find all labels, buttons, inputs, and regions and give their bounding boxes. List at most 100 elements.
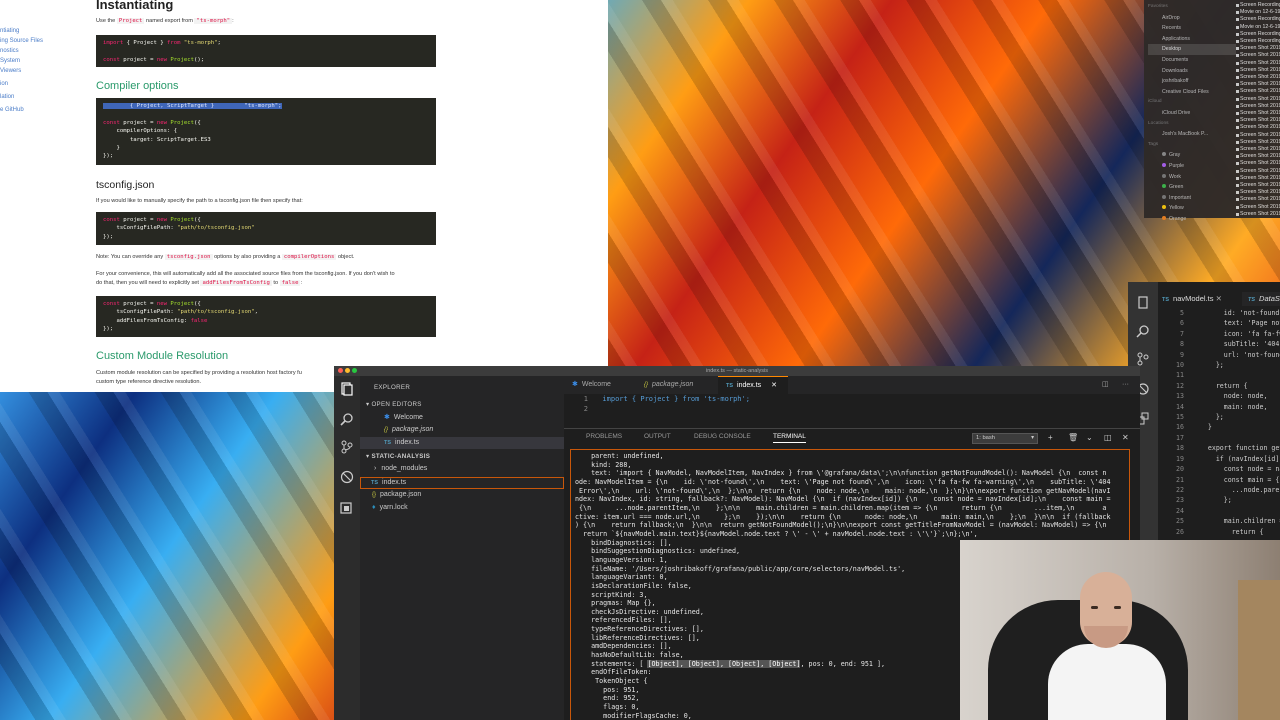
tree-package-json[interactable]: {} package.json [372, 491, 421, 498]
finder-sidebar-item[interactable]: Work [1148, 172, 1236, 183]
finder-sidebar-item[interactable]: Gray [1148, 150, 1236, 161]
tree-index-ts[interactable]: TS index.ts [360, 477, 564, 489]
finder-file-item[interactable]: Screen Shot 2019 [1236, 96, 1280, 103]
tab-output[interactable]: OUTPUT [644, 433, 671, 440]
finder-sidebar-item[interactable]: Downloads [1148, 66, 1236, 77]
finder-sidebar-item[interactable]: Applications [1148, 34, 1236, 45]
tab-welcome[interactable]: ✱ Welcome [564, 376, 636, 394]
finder-file-item[interactable]: Screen Shot 2019 [1236, 74, 1280, 81]
terminal-selector[interactable]: 1: bash ▾ [972, 433, 1038, 444]
finder-file-item[interactable]: Screen Shot 2019 [1236, 153, 1280, 160]
finder-file-item[interactable]: Movie on 12-6-19 [1236, 24, 1280, 31]
docs-nav-item[interactable]: nostics [0, 46, 60, 56]
search-icon[interactable] [1136, 324, 1150, 338]
finder-file-item[interactable]: Screen Shot 2019 [1236, 67, 1280, 74]
tab-terminal[interactable]: TERMINAL [773, 433, 806, 443]
tab-navmodel[interactable]: TS navModel.ts ✕ [1158, 292, 1242, 306]
finder-file-item[interactable]: Screen Shot 2019 [1236, 139, 1280, 146]
open-editor-welcome[interactable]: ✱ Welcome [384, 413, 423, 421]
maximize-panel-icon[interactable]: ◫ [1104, 433, 1112, 442]
finder-file-item[interactable]: Screen Recording [1236, 31, 1280, 38]
finder-file-item[interactable]: Screen Shot 2019 [1236, 117, 1280, 124]
finder-file-item[interactable]: Screen Recording [1236, 2, 1280, 9]
finder-file-item[interactable]: Screen Shot 2019 [1236, 211, 1280, 218]
debug-icon[interactable] [340, 470, 354, 484]
source-control-icon[interactable] [340, 440, 354, 454]
finder-file-item[interactable]: Screen Shot 2019 [1236, 204, 1280, 211]
finder-file-item[interactable]: Screen Shot 2019 [1236, 103, 1280, 110]
tab-index-ts[interactable]: TS index.ts ✕ [718, 376, 788, 394]
editor-code[interactable]: 1 import { Project } from 'ts-morph'; 2 [564, 394, 1140, 416]
finder-file-item[interactable]: Screen Recording [1236, 38, 1280, 45]
tree-yarn-lock[interactable]: ♦ yarn.lock [372, 504, 408, 511]
finder-sidebar-item[interactable]: iCloud Drive [1148, 108, 1236, 119]
finder-sidebar-item[interactable]: Purple [1148, 161, 1236, 172]
docs-nav-item[interactable]: ntiating [0, 26, 60, 36]
finder-sidebar-item[interactable]: Yellow [1148, 203, 1236, 214]
docs-nav-item[interactable]: e GitHub [0, 105, 60, 115]
terminal-line: ctive: item.url === node.url,\n };\n });… [575, 512, 1111, 521]
docs-nav-item[interactable]: ing Source Files [0, 36, 60, 46]
open-editors-header[interactable]: ▾ OPEN EDITORS [366, 401, 422, 408]
docs-nav-item[interactable]: ion [0, 79, 60, 89]
finder-file-item[interactable]: Screen Shot 2019 [1236, 196, 1280, 203]
chevron-up-icon[interactable]: ⌄ [1086, 433, 1093, 442]
tab-datasource[interactable]: TSDataSo [1244, 292, 1280, 306]
zoom-window-button[interactable] [352, 368, 357, 373]
finder-file-item[interactable]: Screen Shot 2019 [1236, 60, 1280, 67]
finder-file-item[interactable]: Screen Shot 2019 [1236, 45, 1280, 52]
finder-file-item[interactable]: Movie on 12-6-19 [1236, 9, 1280, 16]
docs-nav-item[interactable]: System [0, 56, 60, 66]
open-editor-index-ts[interactable]: TS index.ts [360, 437, 564, 449]
search-icon[interactable] [340, 412, 354, 426]
finder-file-item[interactable]: Screen Shot 2019 [1236, 189, 1280, 196]
finder-file-item[interactable]: Screen Shot 2019 [1236, 175, 1280, 182]
close-window-button[interactable] [338, 368, 343, 373]
finder-sidebar-item[interactable]: Green [1148, 182, 1236, 193]
extensions-icon[interactable] [340, 500, 354, 514]
finder-sidebar-item[interactable]: AirDrop [1148, 13, 1236, 24]
close-panel-icon[interactable]: ✕ [1122, 433, 1129, 442]
finder-sidebar-item[interactable]: Documents [1148, 55, 1236, 66]
finder-sidebar-item[interactable]: Josh's MacBook P... [1148, 129, 1236, 140]
tree-node-modules[interactable]: › node_modules [374, 465, 427, 472]
finder-sidebar-item[interactable]: joshribakoff [1148, 76, 1236, 87]
finder-item-label: joshribakoff [1162, 78, 1189, 85]
finder-file-item[interactable]: Screen Shot 2019 [1236, 132, 1280, 139]
finder-sidebar-item[interactable]: Recents [1148, 23, 1236, 34]
close-icon[interactable]: ✕ [1216, 294, 1222, 303]
files-icon[interactable] [1136, 296, 1150, 310]
trash-icon[interactable]: 🗑 [1068, 433, 1078, 442]
project-header[interactable]: ▾ STATIC-ANALYSIS [366, 453, 430, 460]
finder-file-item[interactable]: Screen Recording [1236, 16, 1280, 23]
open-editor-package-json[interactable]: {} package.json [384, 426, 433, 433]
line-number: 20 [1176, 465, 1184, 474]
finder-file-item[interactable]: Screen Shot 2019 [1236, 52, 1280, 59]
finder-file-item[interactable]: Screen Shot 2019 [1236, 124, 1280, 131]
finder-file-item[interactable]: Screen Shot 2019 [1236, 88, 1280, 95]
finder-file-item[interactable]: Screen Shot 2019 [1236, 182, 1280, 189]
tag-dot-icon [1162, 173, 1166, 178]
finder-sidebar-item[interactable]: Desktop [1148, 44, 1236, 55]
tab-problems[interactable]: PROBLEMS [586, 433, 622, 440]
finder-sidebar-item[interactable]: Creative Cloud Files [1148, 87, 1236, 98]
code-line: 1 import { Project } from 'ts-morph'; [564, 394, 1140, 404]
finder-file-item[interactable]: Screen Shot 2019 [1236, 110, 1280, 117]
finder-file-item[interactable]: Screen Shot 2019 [1236, 81, 1280, 88]
minimize-window-button[interactable] [345, 368, 350, 373]
explorer-icon[interactable] [340, 382, 354, 396]
split-editor-icon[interactable]: ◫ [1102, 376, 1116, 394]
finder-sidebar-item[interactable]: Important [1148, 193, 1236, 204]
close-icon[interactable]: ✕ [771, 382, 777, 389]
docs-nav-item[interactable]: lation [0, 92, 60, 102]
new-terminal-icon[interactable]: + [1048, 433, 1053, 442]
finder-sidebar-item[interactable]: Orange [1148, 214, 1236, 225]
tab-package-json[interactable]: {} package.json [636, 376, 718, 394]
finder-file-item[interactable]: Screen Shot 2019 [1236, 168, 1280, 175]
tab-debug-console[interactable]: DEBUG CONSOLE [694, 433, 751, 440]
source-control-icon[interactable] [1136, 352, 1150, 366]
docs-nav-item[interactable]: Viewers [0, 66, 60, 76]
finder-file-item[interactable]: Screen Shot 2019 [1236, 146, 1280, 153]
finder-file-item[interactable]: Screen Shot 2019 [1236, 160, 1280, 167]
more-actions-icon[interactable]: ··· [1122, 376, 1136, 394]
